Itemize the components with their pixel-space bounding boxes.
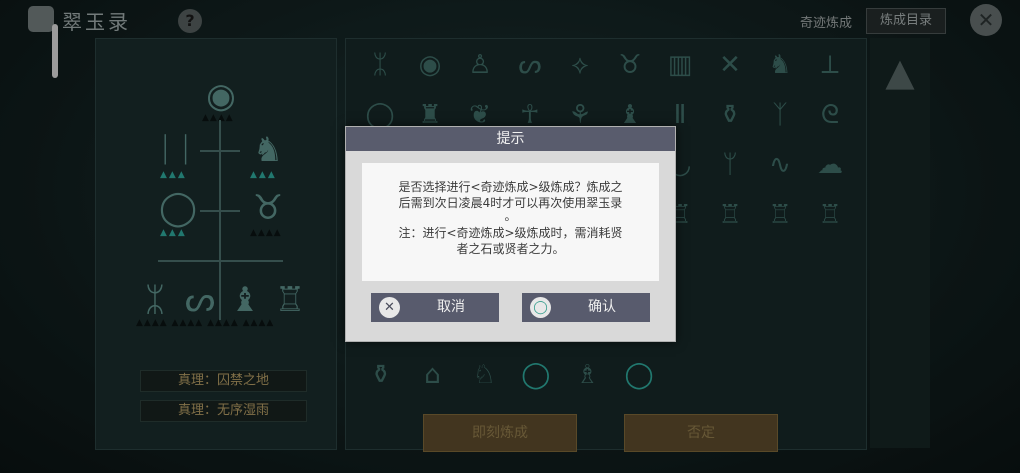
dialog-message-line: 是否选择进行<奇迹炼成>级炼成？炼成之: [398, 180, 623, 194]
cancel-button[interactable]: ✕ 取消: [371, 293, 499, 322]
dialog-title: 提示: [346, 127, 675, 151]
confirm-button-label: 确认: [588, 299, 616, 315]
cross-icon: ✕: [379, 297, 400, 318]
dialog-message-line: 注：进行<奇迹炼成>级炼成时，需消耗贤: [398, 226, 623, 240]
circle-icon: ◯: [530, 297, 551, 318]
confirm-dialog: 提示 是否选择进行<奇迹炼成>级炼成？炼成之 后需到次日凌晨4时才可以再次使用翠…: [345, 126, 676, 342]
cancel-button-label: 取消: [437, 299, 465, 315]
dialog-body: 是否选择进行<奇迹炼成>级炼成？炼成之 后需到次日凌晨4时才可以再次使用翠玉录 …: [362, 163, 659, 281]
confirm-button[interactable]: ◯ 确认: [522, 293, 650, 322]
dialog-message-line: 。: [504, 209, 517, 223]
dialog-message-line: 者之石或贤者之力。: [456, 242, 565, 256]
